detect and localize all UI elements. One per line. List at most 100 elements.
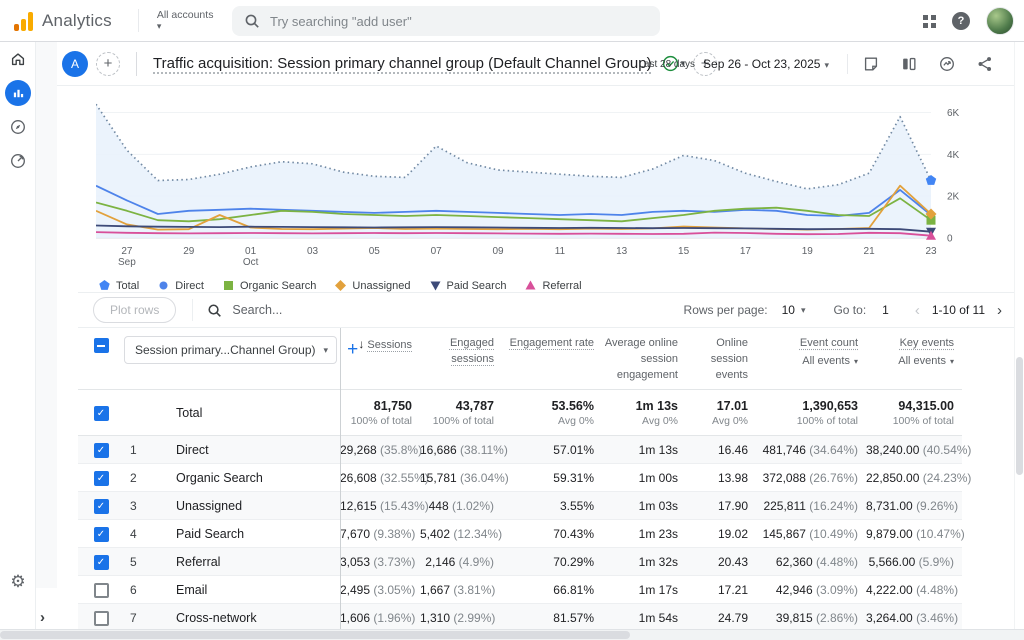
- table-row[interactable]: 5 Referral 3,053 (3.73%) 2,146 (4.9%) 70…: [78, 548, 962, 576]
- legend-item[interactable]: Direct: [157, 279, 204, 292]
- sidebar-item-reports[interactable]: [0, 76, 36, 110]
- legend-marker-diamond-icon: [334, 279, 347, 292]
- metric-cell: 57.01%: [502, 443, 602, 457]
- data-table: Session primary...Channel Group) ▾ + ↓Se…: [78, 328, 962, 632]
- row-checkbox[interactable]: [94, 555, 109, 570]
- row-checkbox[interactable]: [94, 471, 109, 486]
- table-row[interactable]: 3 Unassigned 12,615 (15.43%) 448 (1.02%)…: [78, 492, 962, 520]
- share-icon[interactable]: [976, 55, 994, 73]
- legend-label: Paid Search: [447, 280, 507, 292]
- metric-cell: 5,566.00 (5.9%): [866, 555, 962, 569]
- expand-sidebar-icon[interactable]: ›: [40, 609, 45, 626]
- explore-icon: [9, 118, 27, 136]
- table-header-row: Session primary...Channel Group) ▾ + ↓Se…: [78, 328, 962, 390]
- x-axis-label: 21: [864, 246, 876, 257]
- apps-grid-icon[interactable]: [923, 15, 936, 28]
- legend-label: Organic Search: [240, 280, 316, 292]
- column-header-key-events[interactable]: Key eventsAll events▾: [866, 336, 962, 370]
- row-checkbox[interactable]: [94, 499, 109, 514]
- chevron-down-icon[interactable]: ▾: [801, 305, 806, 316]
- column-header-engaged-sessions[interactable]: Engaged sessions: [420, 336, 502, 368]
- metric-cell: 1m 54s: [602, 611, 686, 625]
- row-number: 5: [124, 555, 158, 569]
- sidebar-item-home[interactable]: [0, 42, 36, 76]
- row-number: 2: [124, 471, 158, 485]
- legend-marker-pentagon-icon: [98, 279, 111, 292]
- table-row[interactable]: 7 Cross-network 1,606 (1.96%) 1,310 (2.9…: [78, 604, 962, 632]
- row-checkbox[interactable]: [94, 406, 109, 421]
- admin-gear-icon[interactable]: ⚙: [0, 572, 36, 592]
- column-header-online-session-events[interactable]: Online session events: [686, 336, 756, 384]
- metric-cell: 1,606 (1.96%): [340, 611, 420, 625]
- report-area: A + Traffic acquisition: Session primary…: [36, 42, 1024, 630]
- column-header-engagement-rate[interactable]: Engagement rate: [502, 336, 602, 352]
- row-checkbox[interactable]: [94, 443, 109, 458]
- report-title[interactable]: Traffic acquisition: Session primary cha…: [153, 55, 652, 72]
- legend-item[interactable]: Paid Search: [429, 279, 507, 292]
- y-axis-label: 6K: [947, 108, 960, 119]
- table-row[interactable]: 4 Paid Search 7,670 (9.38%) 5,402 (12.34…: [78, 520, 962, 548]
- select-all-checkbox[interactable]: [94, 338, 109, 353]
- account-switcher[interactable]: All accounts ▾: [138, 9, 214, 32]
- vertical-scrollbar-thumb[interactable]: [1016, 357, 1023, 475]
- table-row[interactable]: 6 Email 2,495 (3.05%) 1,667 (3.81%) 66.8…: [78, 576, 962, 604]
- next-page-icon[interactable]: ›: [997, 302, 1002, 319]
- report-header: A + Traffic acquisition: Session primary…: [36, 42, 1024, 86]
- table-search[interactable]: [207, 303, 372, 318]
- go-to-label: Go to:: [833, 303, 866, 317]
- dimension-dropdown[interactable]: Session primary...Channel Group) ▾: [124, 336, 337, 364]
- metric-cell: 62,360 (4.48%): [756, 555, 866, 569]
- insights-icon[interactable]: [938, 55, 956, 73]
- horizontal-scrollbar-thumb[interactable]: [0, 631, 630, 639]
- sidebar-item-advertising[interactable]: [0, 144, 36, 178]
- metric-cell: 19.02: [686, 527, 756, 541]
- vertical-scrollbar[interactable]: [1014, 42, 1024, 630]
- legend-item[interactable]: Organic Search: [222, 279, 316, 292]
- x-axis-label: 15: [678, 246, 690, 257]
- table-search-input[interactable]: [232, 303, 372, 317]
- pinned-column-divider: [340, 328, 341, 632]
- date-range-label: Sep 26 - Oct 23, 2025: [703, 57, 820, 71]
- global-search[interactable]: [232, 6, 660, 36]
- key-event-filter-dropdown[interactable]: All events▾: [866, 354, 954, 370]
- metric-cell: 70.29%: [502, 555, 602, 569]
- chevron-down-icon: ▾: [324, 345, 329, 356]
- analytics-logo-icon[interactable]: [14, 11, 33, 31]
- global-search-input[interactable]: [270, 14, 648, 29]
- metric-cell: 81.57%: [502, 611, 602, 625]
- column-header-sessions[interactable]: ↓Sessions: [340, 336, 420, 354]
- table-controls: Plot rows Rows per page: 10 ▾ Go to: 1 ‹…: [78, 292, 1024, 328]
- plot-rows-button[interactable]: Plot rows: [93, 297, 176, 323]
- legend-marker-tri-up-icon: [524, 279, 537, 292]
- row-checkbox[interactable]: [94, 527, 109, 542]
- line-chart[interactable]: 6K4K2K027Sep2901Oct030507091113151719212…: [96, 94, 996, 272]
- legend-marker-square-icon: [222, 279, 235, 292]
- workspace-avatar[interactable]: A: [62, 51, 88, 77]
- go-to-input[interactable]: 1: [882, 303, 889, 317]
- add-workspace-button[interactable]: +: [96, 52, 120, 76]
- rows-per-page-label: Rows per page:: [684, 303, 768, 317]
- avatar[interactable]: [986, 7, 1014, 35]
- help-icon[interactable]: ?: [952, 12, 970, 30]
- column-header-event-count[interactable]: Event countAll events▾: [756, 336, 866, 370]
- legend-item[interactable]: Total: [98, 279, 139, 292]
- legend-item[interactable]: Unassigned: [334, 279, 410, 292]
- sidebar-item-explore[interactable]: [0, 110, 36, 144]
- notes-icon[interactable]: [862, 55, 880, 73]
- row-checkbox[interactable]: [94, 583, 109, 598]
- horizontal-scrollbar[interactable]: [0, 629, 1024, 640]
- metric-cell: 1,310 (2.99%): [420, 611, 502, 625]
- date-range-picker[interactable]: Sep 26 - Oct 23, 2025▾: [703, 57, 829, 71]
- table-row[interactable]: 1 Direct 29,268 (35.8%) 16,686 (38.11%) …: [78, 436, 962, 464]
- compare-icon[interactable]: [900, 55, 918, 73]
- x-axis-label: 19: [802, 246, 814, 257]
- x-axis-label: 09: [492, 246, 504, 257]
- row-checkbox[interactable]: [94, 611, 109, 626]
- rows-per-page-value[interactable]: 10: [782, 303, 795, 317]
- legend-item[interactable]: Referral: [524, 279, 581, 292]
- column-header-avg-online-session-engagement[interactable]: Average online session engagement: [602, 336, 686, 384]
- metric-cell: 225,811 (16.24%): [756, 499, 866, 513]
- table-row[interactable]: 2 Organic Search 26,608 (32.55%) 15,781 …: [78, 464, 962, 492]
- metric-cell: 8,731.00 (9.26%): [866, 499, 962, 513]
- event-filter-dropdown[interactable]: All events▾: [756, 354, 858, 370]
